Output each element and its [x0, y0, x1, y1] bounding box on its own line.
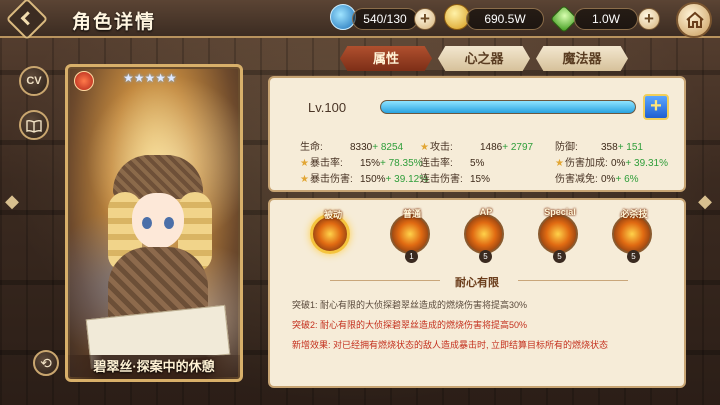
back-button[interactable]: [5, 0, 49, 41]
selected-skill-title: 耐心有限: [455, 277, 499, 289]
stat-value: 358: [601, 142, 618, 153]
stat-bonus: + 151: [617, 142, 643, 153]
stat-item: 连击率: 5%: [420, 154, 484, 169]
stat-name: 暴击伤害:: [309, 174, 353, 185]
stat-item: ★暴击率: 15%+ 78.35%: [300, 154, 423, 169]
stat-name: 连击率:: [420, 158, 453, 169]
stat-value: 0%: [610, 158, 626, 169]
right-eye: [164, 217, 174, 229]
skill-level-badge: 1: [405, 250, 418, 263]
stats-panel: Lv.100 + 生命: 8330+ 8254 ★攻击: 1486+ 2797 防御: 3…: [268, 76, 686, 192]
card-name: 碧翠丝·探案中的休憩: [68, 355, 240, 379]
gem-value: 1.0W: [591, 12, 620, 26]
character-art: [68, 67, 240, 379]
skill-description-line: 新增效果: 对已经拥有燃烧状态的敌人造成暴击时, 立即结算目标所有的燃烧状态: [292, 340, 609, 350]
book-icon: [26, 119, 42, 133]
stat-name: 连击伤害:: [420, 174, 463, 185]
skill-description-line: 突破1: 耐心有限的大侦探碧翠丝造成的燃烧伤害将提高30%: [292, 300, 528, 310]
skill-label: AP: [479, 207, 493, 217]
skill-label: 普通: [402, 209, 421, 219]
skill-label: 被动: [323, 210, 342, 220]
skill-description-line: 突破2: 耐心有限的大侦探碧翠丝造成的燃烧伤害将提高50%: [292, 320, 528, 330]
tab-heart-artifact[interactable]: 心之器: [438, 46, 530, 71]
skill-icon-4[interactable]: 必杀技 5: [612, 209, 652, 263]
stat-value: 8330: [350, 142, 373, 153]
skill-level-badge: 5: [553, 250, 566, 263]
stamina-counter: 540/130: [352, 8, 418, 30]
skill-level-badge: 5: [479, 250, 492, 263]
bonus-star-icon: ★: [300, 158, 309, 169]
bonus-star-icon: ★: [420, 142, 429, 153]
stat-row: ★暴击率: 15%+ 78.35% 连击率: 5% ★伤害加成: 0%+ 39.31%: [270, 154, 684, 170]
stat-item: 生命: 8330+ 8254: [300, 138, 403, 153]
stat-value: 0%: [601, 174, 616, 185]
stat-row: 生命: 8330+ 8254 ★攻击: 1486+ 2797 防御: 358+ 151: [270, 138, 684, 154]
stat-item: 连击伤害: 15%: [420, 170, 490, 185]
fire-element-icon: [74, 71, 94, 91]
top-bar: 角色详情 540/130 + 690.5W 1.0W +: [0, 0, 720, 41]
stat-value: 15%: [470, 174, 491, 185]
stat-bonus: + 39.31%: [625, 158, 668, 169]
character-card: ★★★★★ 碧翠丝·探案中的休憩: [65, 64, 243, 382]
skill-icon-0[interactable]: 被动: [310, 210, 350, 254]
stat-item: 伤害减免: 0%+ 6%: [555, 170, 639, 185]
add-stamina-button[interactable]: +: [414, 8, 436, 30]
stat-bonus: + 2797: [502, 142, 534, 153]
stat-name: 攻击:: [429, 142, 453, 153]
next-character-arrow[interactable]: ◆: [697, 190, 713, 212]
skill-icon-1[interactable]: 普通 1: [390, 209, 430, 263]
bonus-star-icon: ★: [300, 174, 309, 185]
stat-bonus: + 78.35%: [379, 158, 423, 169]
exp-bar: [380, 100, 636, 114]
gold-value: 690.5W: [484, 12, 526, 26]
cv-voice-button[interactable]: CV: [19, 66, 49, 96]
skill-icon-2[interactable]: AP 5: [464, 207, 504, 263]
stamina-value: 540/130: [363, 12, 407, 26]
character-face: [132, 193, 184, 249]
stat-value: 15%: [359, 158, 380, 169]
rarity-stars: ★★★★★: [123, 71, 177, 85]
stat-item: ★暴击伤害: 150%+ 39.12%: [300, 170, 428, 185]
home-button[interactable]: [676, 2, 712, 38]
stat-bonus: + 6%: [615, 174, 639, 185]
stat-value: 1486: [479, 142, 503, 153]
stat-name: 伤害减免:: [555, 174, 598, 185]
tab-attributes[interactable]: 属性: [340, 46, 432, 71]
stat-name: 伤害加成:: [564, 158, 608, 169]
add-gem-button[interactable]: +: [638, 8, 660, 30]
gem-counter: 1.0W: [574, 8, 638, 30]
level-label: Lv.100: [308, 100, 347, 115]
bonus-star-icon: ★: [555, 158, 564, 169]
stat-value: 5%: [470, 158, 485, 169]
stat-row: ★暴击伤害: 150%+ 39.12% 连击伤害: 15% 伤害减免: 0%+ 6%: [270, 170, 684, 186]
stat-item: ★伤害加成: 0%+ 39.31%: [555, 154, 668, 169]
exp-bar-fill: [381, 101, 635, 113]
profile-book-button[interactable]: [19, 110, 49, 140]
stat-name: 暴击率:: [309, 158, 343, 169]
left-eye: [142, 217, 152, 229]
page-title: 角色详情: [72, 12, 157, 33]
home-icon: [686, 11, 704, 28]
prev-character-arrow[interactable]: ◆: [4, 190, 20, 212]
skill-level-badge: 5: [627, 250, 640, 263]
stat-name: 生命:: [300, 142, 323, 153]
stat-item: ★攻击: 1486+ 2797: [420, 138, 533, 153]
cv-label: CV: [26, 75, 42, 87]
tab-magic-artifact[interactable]: 魔法器: [536, 46, 628, 71]
level-up-button[interactable]: +: [643, 94, 669, 120]
stat-bonus: + 8254: [372, 142, 404, 153]
title-divider-right: [518, 280, 628, 281]
stat-value: 150%: [359, 174, 386, 185]
stat-name: 防御:: [555, 142, 578, 153]
skills-panel: 被动 普通 1 AP 5 Special 5 必杀技 5 耐心有限 突破1: 耐心有限的大侦探碧…: [268, 198, 686, 388]
switch-costume-button[interactable]: ⟲: [33, 350, 59, 376]
skill-label: Special: [544, 207, 576, 217]
skill-label: 必杀技: [620, 209, 648, 219]
back-arrow-icon: [20, 11, 35, 26]
stat-item: 防御: 358+ 151: [555, 138, 643, 153]
skill-icon-3[interactable]: Special 5: [538, 207, 578, 263]
gold-counter: 690.5W: [466, 8, 544, 30]
